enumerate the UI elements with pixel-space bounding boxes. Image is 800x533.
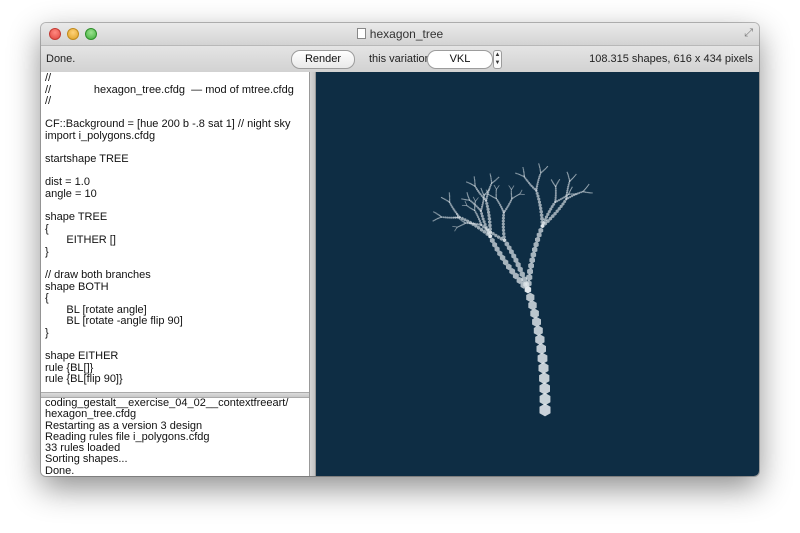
variation-field[interactable]: VKL xyxy=(427,50,493,69)
hexagon-tree-render xyxy=(432,163,593,417)
code-line[interactable]: rule {BL[flip 90]} xyxy=(45,374,305,386)
code-line[interactable]: import i_polygons.cfdg xyxy=(45,130,305,143)
render-button[interactable]: Render xyxy=(291,50,355,69)
console-line: Sorting shapes... xyxy=(45,453,128,466)
window-title-area: hexagon_tree xyxy=(41,27,759,41)
code-line[interactable]: // xyxy=(45,72,305,85)
render-info: 108.315 shapes, 616 x 434 pixels xyxy=(589,53,753,65)
code-line[interactable]: // draw both branches xyxy=(45,269,305,282)
code-line[interactable]: // hexagon_tree.cfdg — mod of mtree.cfdg xyxy=(45,84,305,97)
code-editor[interactable]: //// hexagon_tree.cfdg — mod of mtree.cf… xyxy=(41,72,309,392)
render-canvas[interactable] xyxy=(316,72,759,476)
window-title: hexagon_tree xyxy=(369,27,444,41)
stepper-down-icon[interactable]: ▼ xyxy=(495,60,501,66)
code-line[interactable]: angle = 10 xyxy=(45,188,305,201)
code-line[interactable]: BL [rotate -angle flip 90] xyxy=(45,316,305,328)
title-bar[interactable]: hexagon_tree ⤢ xyxy=(41,23,759,46)
pane-splitter[interactable] xyxy=(309,72,316,476)
variation-label: this variation: xyxy=(369,53,434,65)
code-line[interactable]: } xyxy=(45,246,305,259)
code-line[interactable]: // xyxy=(45,96,305,108)
code-line[interactable]: shape TREE xyxy=(45,212,305,224)
code-line[interactable]: startshape TREE xyxy=(45,154,305,166)
console-line: Done. xyxy=(45,464,75,476)
code-line[interactable]: } xyxy=(45,327,305,340)
fullscreen-icon[interactable]: ⤢ xyxy=(744,27,753,40)
document-icon xyxy=(356,28,366,39)
toolbar: Done. Render this variation: VKL ▲ ▼ 108… xyxy=(41,46,759,73)
code-line[interactable]: shape BOTH xyxy=(45,281,305,294)
variation-stepper[interactable]: ▲ ▼ xyxy=(493,50,502,69)
code-line[interactable]: EITHER [] xyxy=(45,235,305,247)
status-text: Done. xyxy=(46,53,76,65)
app-window: hexagon_tree ⤢ Done. Render this variati… xyxy=(41,23,759,476)
stepper-up-icon[interactable]: ▲ xyxy=(495,52,501,58)
code-lines[interactable]: //// hexagon_tree.cfdg — mod of mtree.cf… xyxy=(41,72,309,387)
console-lines: coding_gestalt__exercise_04_02__contextf… xyxy=(41,398,309,476)
console-output: coding_gestalt__exercise_04_02__contextf… xyxy=(41,398,309,476)
console-line: hexagon_tree.cfdg xyxy=(45,408,137,421)
